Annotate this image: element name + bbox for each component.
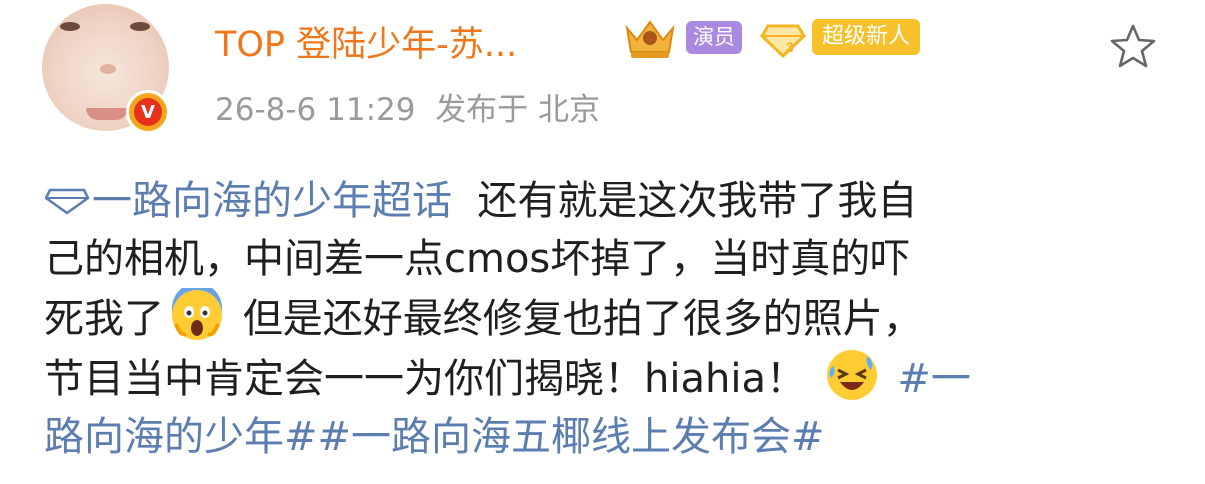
post-body: 一路向海的少年超话 还有就是这次我带了我自 己的相机，中间差一点cmos坏掉了，…	[44, 172, 1194, 466]
verified-badge-icon: V	[126, 90, 170, 134]
role-badge[interactable]: 演员	[686, 21, 742, 54]
level-badge[interactable]: 超级新人	[812, 19, 921, 55]
topic-link[interactable]: 一路向海的少年超话	[44, 178, 452, 224]
gem-level-icon[interactable]: 3	[760, 18, 806, 58]
published-location: 发布于 北京	[435, 92, 601, 128]
avatar-eye-left	[60, 22, 80, 31]
scream-emoji-icon	[172, 288, 222, 340]
content-fade-overlay	[0, 450, 1205, 484]
star-icon[interactable]	[1108, 22, 1158, 70]
svg-text:3: 3	[786, 39, 794, 55]
post-text-line2: 己的相机，中间差一点cmos坏掉了，当时真的吓	[44, 236, 911, 282]
post-meta: 26-8-6 11:29 发布于 北京	[215, 84, 600, 129]
avatar-mouth	[86, 108, 128, 120]
hashtag-link-part1[interactable]: #一	[897, 356, 971, 402]
laugh-tears-emoji-icon	[826, 350, 877, 400]
timestamp: 26-8-6 11:29	[215, 92, 416, 128]
avatar-nose	[100, 64, 116, 74]
post-text-line3b: 但是还好最终修复也拍了很多的照片，	[230, 296, 923, 342]
topic-label: 一路向海的少年超话	[92, 178, 452, 224]
username[interactable]: TOP 登陆少年-苏...	[215, 16, 517, 67]
post-text-line1: 还有就是这次我带了我自	[452, 178, 918, 224]
avatar-eye-right	[130, 22, 150, 31]
post-text-line4: 节目当中肯定会一一为你们揭晓！hiahia！	[44, 356, 806, 402]
topic-diamond-icon	[44, 188, 90, 215]
post-text-line3a: 死我了	[44, 296, 164, 342]
crown-icon[interactable]	[621, 14, 679, 62]
